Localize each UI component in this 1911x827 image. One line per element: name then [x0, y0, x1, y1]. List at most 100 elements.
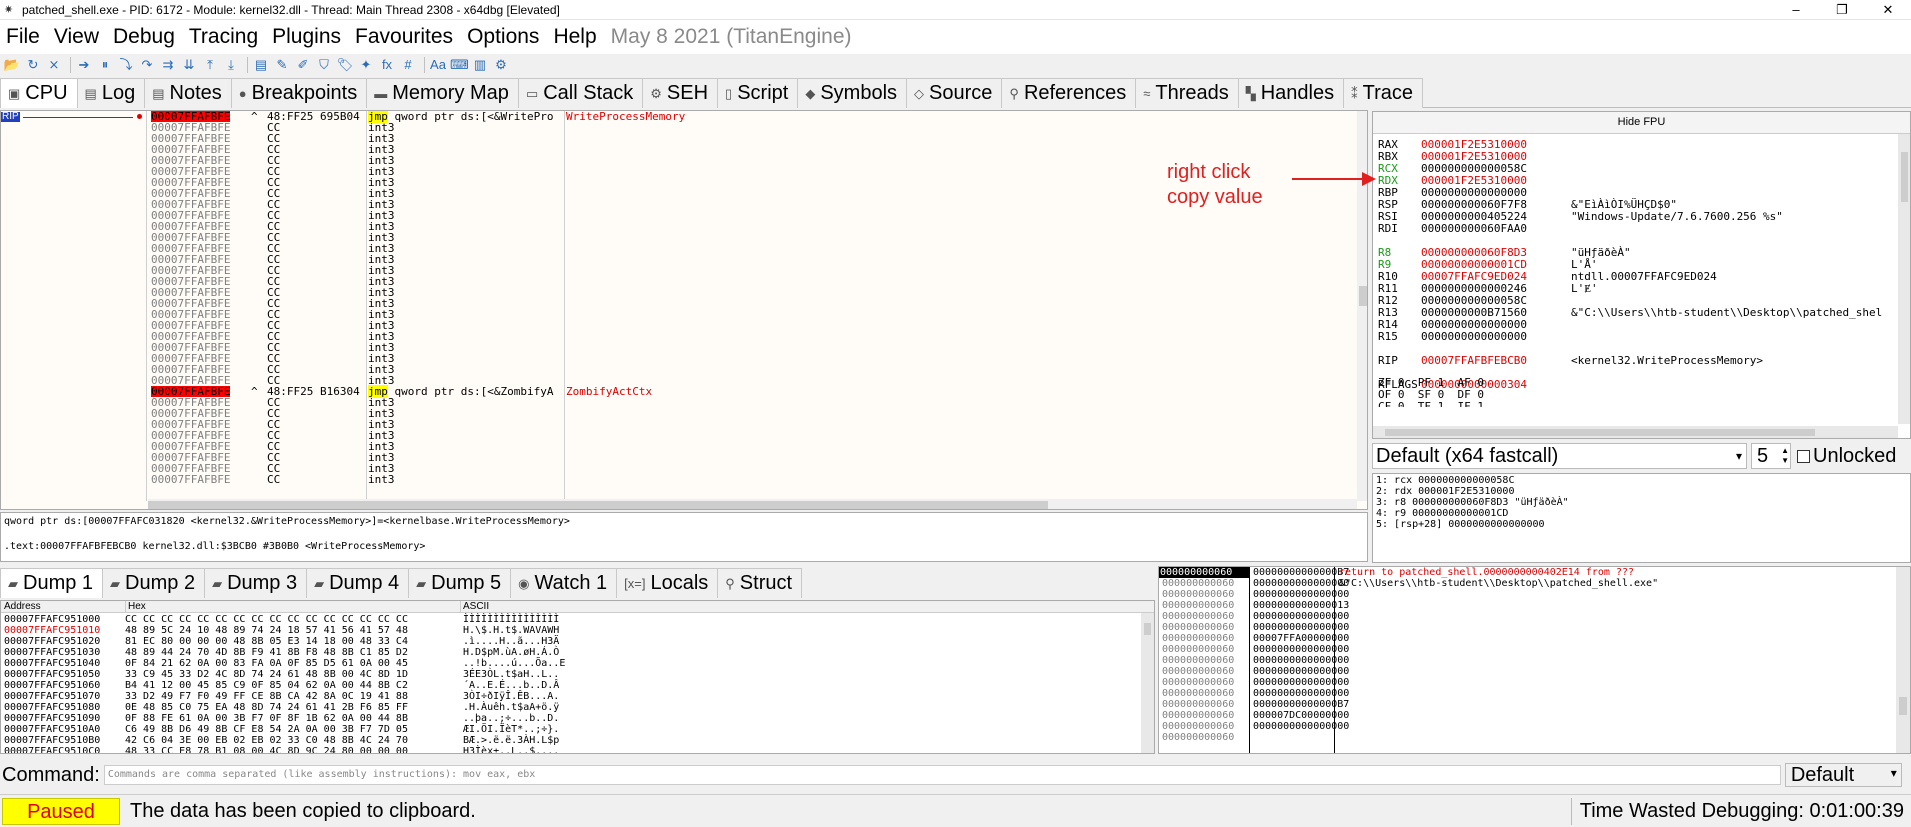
stack-address[interactable]: 000000000060 [1162, 677, 1234, 688]
bookmark-icon[interactable]: ⛉ [315, 57, 333, 73]
dump-hex[interactable]: 48 89 5C 24 10 48 89 74 24 18 57 41 56 4… [125, 625, 408, 636]
dump-hex[interactable]: 0F 84 21 62 0A 00 83 FA 0A 0F 85 D5 61 0… [125, 658, 408, 669]
tab-watch-1[interactable]: ◉ Watch 1 [510, 568, 618, 598]
menu-debug[interactable]: Debug [113, 25, 175, 49]
tab-dump-2[interactable]: ▰ Dump 2 [102, 568, 206, 598]
registers-scrollbar[interactable] [1898, 134, 1910, 424]
tab-source[interactable]: ◇ Source [906, 78, 1003, 108]
trace-into-icon[interactable]: ⇉ [159, 57, 177, 73]
checkbox-box[interactable] [1797, 449, 1810, 463]
dump-ascii[interactable]: 3ÒI÷ðIÿÎ.ÊB...A. [463, 691, 565, 702]
dump-ascii[interactable]: H.\$.H.t$.WAVAWH [463, 625, 565, 636]
calling-convention-select[interactable]: Default (x64 fastcall) ▾ [1372, 443, 1747, 469]
dump-hex[interactable]: 0E 48 85 C0 75 EA 48 8D 74 24 61 41 2B F… [125, 702, 408, 713]
tab-symbols[interactable]: ◆ Symbols [797, 78, 908, 108]
registers-hscrollbar[interactable] [1373, 426, 1898, 438]
dump-address[interactable]: 00007FFAFC951050 [4, 669, 100, 680]
trace-over-icon[interactable]: ⇊ [180, 57, 198, 73]
tab-references[interactable]: ⚲ References [1001, 78, 1137, 108]
dump-ascii[interactable]: 3ÉE3ÒL.t$aH..L.. [463, 669, 565, 680]
tab-dump-1[interactable]: ▰ Dump 1 [0, 568, 104, 598]
tab-breakpoints[interactable]: ● Breakpoints [230, 78, 368, 108]
stack-address[interactable]: 000000000060 [1162, 644, 1234, 655]
dump-scrollbar[interactable] [1141, 613, 1154, 753]
stack-address[interactable]: 000000000060 [1162, 611, 1234, 622]
menu-options[interactable]: Options [467, 25, 539, 49]
arguments-view[interactable]: 1: rcx 000000000000058C 2: rdx 000001F2E5… [1372, 473, 1911, 563]
register-value[interactable]: 0000000000000000 [1421, 331, 1527, 343]
stack-address[interactable]: 000000000060 [1162, 622, 1234, 633]
command-input[interactable]: Commands are comma separated (like assem… [103, 765, 1781, 785]
tab-memory-map[interactable]: ▬ Memory Map [366, 78, 519, 108]
stack-address[interactable]: 000000000060 [1162, 710, 1234, 721]
dump-address[interactable]: 00007FFAFC951030 [4, 647, 100, 658]
highlight-icon[interactable]: ✦ [357, 57, 375, 73]
register-value[interactable]: 000000000060FAA0 [1421, 223, 1527, 235]
minimize-button[interactable]: ‒ [1773, 0, 1819, 20]
run-icon[interactable]: ➔ [75, 57, 93, 73]
dump-ascii[interactable]: ÆI.ÖI.ÏèT*..;÷}. [463, 724, 565, 735]
tab-locals[interactable]: [x=] Locals [616, 568, 719, 598]
dump-address[interactable]: 00007FFAFC9510C0 [4, 746, 100, 753]
dump-hex[interactable]: 33 C9 45 33 D2 4C 8D 74 24 61 48 8B 00 4… [125, 669, 408, 680]
argument-row[interactable]: 5: [rsp+28] 0000000000000000 [1376, 519, 1907, 530]
menu-file[interactable]: File [6, 25, 40, 49]
dump-ascii[interactable]: .H.Àuêh.t$aA+ö.ÿ [463, 702, 565, 713]
unlocked-checkbox[interactable]: Unlocked [1797, 445, 1896, 468]
fx-icon[interactable]: fx [378, 57, 396, 73]
tab-script[interactable]: ▯ Script [717, 78, 799, 108]
stack-address[interactable]: 000000000060 [1162, 732, 1234, 743]
dump-ascii[interactable]: BÆ.>.ë.ë.3ÀH.L$p [463, 735, 565, 746]
tab-struct[interactable]: ⚲ Struct [717, 568, 803, 598]
tab-dump-4[interactable]: ▰ Dump 4 [306, 568, 410, 598]
stack-address[interactable]: 000000000060 [1162, 655, 1234, 666]
close-icon[interactable]: ⨯ [45, 57, 63, 73]
dump-address[interactable]: 00007FFAFC951090 [4, 713, 100, 724]
dump-address[interactable]: 00007FFAFC951020 [4, 636, 100, 647]
memory-icon[interactable]: ▥ [471, 57, 489, 73]
menu-view[interactable]: View [54, 25, 99, 49]
step-over-icon[interactable]: ↷ [138, 57, 156, 73]
disasm-instruction[interactable]: int3 [368, 474, 395, 485]
open-icon[interactable]: 📂 [3, 57, 21, 73]
tab-trace[interactable]: ⁑ Trace [1343, 78, 1424, 108]
label-icon[interactable]: ✐ [294, 57, 312, 73]
dump-hex[interactable]: 0F 88 FE 61 0A 00 3B F7 0F 8F 1B 62 0A 0… [125, 713, 408, 724]
menu-favourites[interactable]: Favourites [355, 25, 453, 49]
tab-notes[interactable]: ▤ Notes [144, 78, 232, 108]
stack-scrollbar[interactable] [1896, 567, 1910, 753]
menu-tracing[interactable]: Tracing [189, 25, 258, 49]
execute-till-user-code-icon[interactable]: ⤓ [222, 57, 240, 73]
cpu-horizontal-scrollbar[interactable] [148, 499, 1357, 509]
stack-address[interactable]: 000000000060 [1162, 688, 1234, 699]
dump-ascii[interactable]: ..þa..;÷...b..D. [463, 713, 565, 724]
execute-till-return-icon[interactable]: ⤒ [201, 57, 219, 73]
dump-view[interactable]: Address Hex ASCII 00007FFAFC951000 00007F… [0, 600, 1155, 754]
patch-icon[interactable]: ⌨ [450, 57, 469, 73]
stack-address[interactable]: 000000000060 [1162, 721, 1234, 732]
dump-address[interactable]: 00007FFAFC951080 [4, 702, 100, 713]
stack-address[interactable]: 000000000060 [1162, 600, 1234, 611]
dump-hex[interactable]: 33 D2 49 F7 F0 49 FF CE 8B CA 42 8A 0C 1… [125, 691, 408, 702]
tab-handles[interactable]: ▚ Handles [1237, 78, 1345, 108]
breakpoint-dot-icon[interactable] [137, 114, 142, 119]
dump-address[interactable]: 00007FFAFC9510B0 [4, 735, 100, 746]
stack-address[interactable]: 000000000060 [1162, 589, 1234, 600]
tab-call-stack[interactable]: ▭ Call Stack [517, 78, 644, 108]
strings-icon[interactable]: Aa [429, 57, 447, 73]
dump-hex[interactable]: B4 41 12 00 45 85 C9 0F 85 04 62 0A 00 4… [125, 680, 408, 691]
tab-threads[interactable]: ≈ Threads [1135, 78, 1239, 108]
dump-ascii[interactable]: ..!b....ú...Õa..E [463, 658, 565, 669]
disasm-address[interactable]: 00007FFAFBFE [151, 474, 230, 485]
comment-icon[interactable]: ✎ [273, 57, 291, 73]
maximize-button[interactable]: ❐ [1819, 0, 1865, 20]
tab-dump-5[interactable]: ▰ Dump 5 [408, 568, 512, 598]
argument-row[interactable]: 3: r8 000000000060F8D3 "üHƒäðèÀ" [1376, 497, 1907, 508]
disassembly-view[interactable]: RIP 00007FFAFBFE 00007FFAFBFE 00007FFAFBFE… [0, 110, 1368, 510]
dump-address[interactable]: 00007FFAFC951000 [4, 614, 100, 625]
tab-dump-3[interactable]: ▰ Dump 3 [204, 568, 308, 598]
registers-panel[interactable]: Hide FPU RAX 000001F2E5310000 RBX 000001F2E… [1372, 111, 1911, 439]
dump-hex[interactable]: 81 EC 80 00 00 00 48 8B 05 E3 14 18 00 4… [125, 636, 408, 647]
argument-count-spinner[interactable]: 5 ▲ ▼ [1751, 443, 1791, 469]
argument-row[interactable]: 4: r9 00000000000001CD [1376, 508, 1907, 519]
